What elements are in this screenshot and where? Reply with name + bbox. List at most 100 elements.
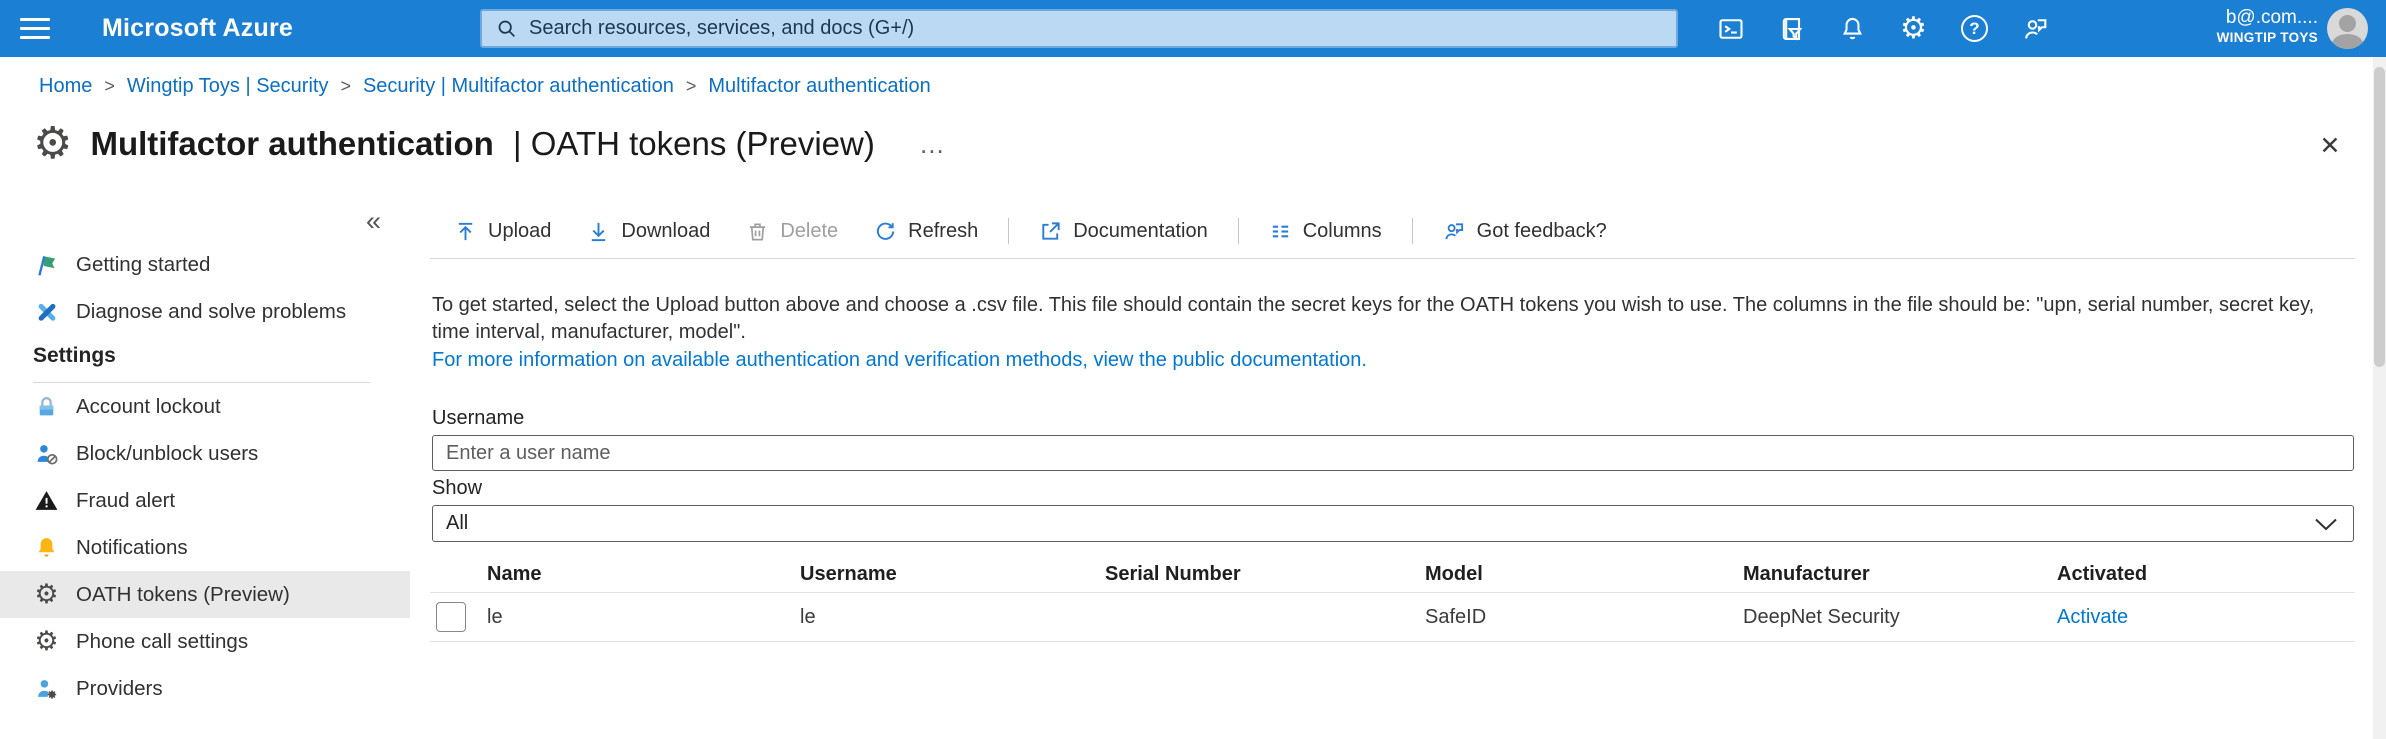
sidebar-item-phone-call-settings[interactable]: ⚙ Phone call settings	[0, 618, 410, 665]
sidebar-item-label: Diagnose and solve problems	[76, 300, 346, 324]
show-dropdown[interactable]: All	[432, 505, 2354, 542]
feedback-icon[interactable]	[2005, 8, 2066, 49]
documentation-label: Documentation	[1073, 220, 1208, 243]
sidebar-item-label: Providers	[76, 677, 163, 701]
column-header-model[interactable]: Model	[1425, 563, 1483, 586]
provider-user-icon	[33, 675, 60, 702]
documentation-button[interactable]: Documentation	[1025, 212, 1222, 251]
toolbar-separator	[1008, 218, 1009, 244]
page-title-main: Multifactor authentication	[90, 125, 493, 162]
got-feedback-label: Got feedback?	[1477, 220, 1607, 243]
sidebar-collapse-icon[interactable]: «	[366, 208, 381, 235]
sidebar-item-notifications[interactable]: Notifications	[0, 524, 410, 571]
brand-title[interactable]: Microsoft Azure	[102, 14, 293, 43]
show-dropdown-value: All	[446, 512, 468, 535]
sidebar-item-providers[interactable]: Providers	[0, 665, 410, 712]
activate-link[interactable]: Activate	[2057, 606, 2128, 629]
sidebar-menu: Getting started Diagnose and solve probl…	[0, 241, 410, 712]
avatar[interactable]	[2327, 8, 2368, 49]
sidebar-item-label: Phone call settings	[76, 630, 248, 654]
more-options-icon[interactable]: …	[919, 129, 947, 160]
hamburger-menu-icon[interactable]	[20, 14, 50, 42]
columns-label: Columns	[1303, 220, 1382, 243]
cell-username: le	[800, 606, 816, 629]
command-bar: Upload Download Delete	[430, 204, 2355, 259]
help-icon[interactable]: ?	[1944, 8, 2005, 49]
breadcrumb-mfa[interactable]: Multifactor authentication	[708, 75, 930, 98]
tools-icon	[33, 298, 60, 325]
delete-label: Delete	[780, 220, 838, 243]
account-info[interactable]: b@.com.... WINGTIP TOYS	[2217, 7, 2318, 46]
refresh-button[interactable]: Refresh	[860, 212, 992, 251]
refresh-icon	[874, 220, 897, 243]
flag-icon	[33, 251, 60, 278]
settings-gear-icon[interactable]: ⚙	[1883, 8, 1944, 49]
column-header-activated[interactable]: Activated	[2057, 563, 2147, 586]
upload-label: Upload	[488, 220, 551, 243]
page-gear-icon: ⚙	[33, 122, 72, 166]
row-checkbox[interactable]	[436, 602, 466, 632]
breadcrumb-separator: >	[340, 76, 351, 97]
sidebar-item-account-lockout[interactable]: Account lockout	[0, 383, 410, 430]
delete-icon	[746, 220, 769, 243]
warning-icon	[33, 487, 60, 514]
delete-button[interactable]: Delete	[732, 212, 852, 251]
got-feedback-button[interactable]: Got feedback?	[1429, 212, 1621, 251]
account-tenant: WINGTIP TOYS	[2217, 30, 2318, 46]
topbar-icons: ⚙ ?	[1700, 8, 2066, 49]
sidebar-item-block-unblock-users[interactable]: Block/unblock users	[0, 430, 410, 477]
column-header-name[interactable]: Name	[487, 563, 541, 586]
sidebar-item-diagnose[interactable]: Diagnose and solve problems	[0, 288, 410, 335]
scrollbar-thumb[interactable]	[2374, 67, 2385, 367]
search-input[interactable]	[529, 17, 1662, 40]
download-button[interactable]: Download	[573, 212, 724, 251]
external-link-icon	[1039, 220, 1062, 243]
page-scrollbar[interactable]	[2373, 57, 2386, 739]
sidebar-item-label: OATH tokens (Preview)	[76, 583, 290, 607]
download-icon	[587, 220, 610, 243]
download-label: Download	[621, 220, 710, 243]
page-title: Multifactor authentication | OATH tokens…	[90, 125, 874, 163]
feedback-icon	[1443, 220, 1466, 243]
bell-icon	[33, 534, 60, 561]
sidebar-item-fraud-alert[interactable]: Fraud alert	[0, 477, 410, 524]
sidebar-item-label: Block/unblock users	[76, 442, 258, 466]
table-row[interactable]: le le SafeID DeepNet Security Activate	[430, 593, 2355, 642]
blocked-user-icon	[33, 440, 60, 467]
upload-button[interactable]: Upload	[440, 212, 565, 251]
columns-button[interactable]: Columns	[1255, 212, 1396, 251]
column-header-serial-number[interactable]: Serial Number	[1105, 563, 1241, 586]
lock-icon	[33, 393, 60, 420]
toolbar-separator	[1238, 218, 1239, 244]
global-search[interactable]	[480, 9, 1678, 48]
gear-icon: ⚙	[33, 581, 60, 608]
table-header: Name Username Serial Number Model Manufa…	[430, 556, 2355, 593]
breadcrumb-separator: >	[686, 76, 697, 97]
breadcrumb-home[interactable]: Home	[39, 75, 92, 98]
info-body: To get started, select the Upload button…	[432, 294, 2314, 343]
cell-model: SafeID	[1425, 606, 1486, 629]
breadcrumb-separator: >	[104, 76, 115, 97]
username-input[interactable]	[432, 435, 2354, 471]
close-icon[interactable]: ✕	[2312, 128, 2348, 164]
cell-manufacturer: DeepNet Security	[1743, 606, 1900, 629]
breadcrumb-mfa-security[interactable]: Security | Multifactor authentication	[363, 75, 674, 98]
gear-icon: ⚙	[33, 628, 60, 655]
column-header-manufacturer[interactable]: Manufacturer	[1743, 563, 1870, 586]
sidebar-item-oath-tokens[interactable]: ⚙ OATH tokens (Preview)	[0, 571, 410, 618]
breadcrumb: Home > Wingtip Toys | Security > Securit…	[39, 75, 931, 98]
directory-filter-icon[interactable]	[1761, 8, 1822, 49]
page-title-sub: | OATH tokens (Preview)	[513, 125, 875, 162]
column-header-username[interactable]: Username	[800, 563, 897, 586]
toolbar-separator	[1412, 218, 1413, 244]
username-label: Username	[432, 407, 524, 430]
azure-top-bar: Microsoft Azure	[0, 0, 2386, 57]
documentation-link[interactable]: For more information on available authen…	[432, 347, 1367, 374]
cloud-shell-icon[interactable]	[1700, 8, 1761, 49]
cell-name: le	[487, 606, 503, 629]
sidebar-item-getting-started[interactable]: Getting started	[0, 241, 410, 288]
breadcrumb-security[interactable]: Wingtip Toys | Security	[127, 75, 329, 98]
upload-icon	[454, 220, 477, 243]
chevron-down-icon	[2315, 518, 2337, 531]
notifications-bell-icon[interactable]	[1822, 8, 1883, 49]
